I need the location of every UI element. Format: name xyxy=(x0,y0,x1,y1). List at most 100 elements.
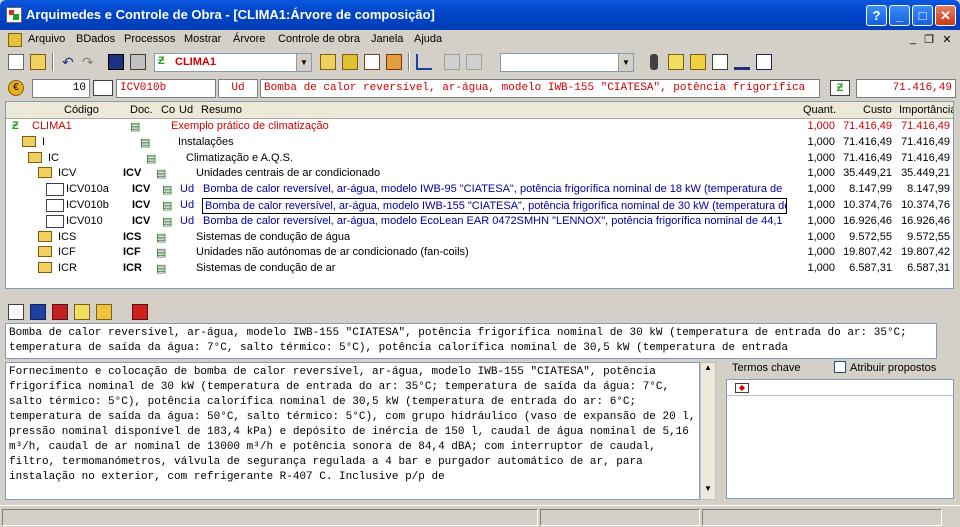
table-row-selected[interactable]: ICV010b ICV ▤ Ud Bomba de calor reversív… xyxy=(6,197,953,214)
row-code: ICR xyxy=(58,262,77,275)
chart-icon[interactable] xyxy=(734,54,750,70)
add-item-icon[interactable] xyxy=(320,54,336,70)
table-row[interactable]: ICV010 ICV ▤ Ud Bomba de calor reversíve… xyxy=(6,214,953,230)
window-title: Arquimedes e Controle de Obra - [CLIMA1:… xyxy=(26,7,435,22)
summary-text[interactable]: Bomba de calor reversível, ar-água, mode… xyxy=(5,323,937,359)
unit-field[interactable]: Ud xyxy=(218,79,258,98)
scroll-down-icon[interactable]: ▼ xyxy=(701,484,715,499)
description-text[interactable]: Fornecimento e colocação de bomba de cal… xyxy=(5,362,700,500)
description-scrollbar[interactable]: ▲ ▼ xyxy=(700,362,716,500)
calculator-icon[interactable] xyxy=(386,54,402,70)
mdi-doc-icon[interactable] xyxy=(8,33,22,47)
keywords-list[interactable]: ◆ xyxy=(726,379,954,499)
undo-icon[interactable]: ↶ xyxy=(62,54,78,70)
level-field[interactable]: 10 xyxy=(32,79,90,98)
doc-icon: ▤ xyxy=(156,263,167,276)
header-summary[interactable]: Resumo xyxy=(201,104,242,116)
scroll-up-icon[interactable]: ▲ xyxy=(701,363,715,378)
row-code: ICF xyxy=(58,246,76,259)
clip-icon[interactable] xyxy=(650,54,658,70)
table-row[interactable]: ICR ICR ▤ Sistemas de condução de ar 1,0… xyxy=(6,261,953,277)
table-row[interactable]: ICV010a ICV ▤ Ud Bomba de calor reversív… xyxy=(6,182,953,198)
status-panel-3 xyxy=(702,509,942,526)
chevron-down-icon[interactable]: ▼ xyxy=(618,54,633,71)
menu-controle-de-obra[interactable]: Controle de obra xyxy=(278,33,360,45)
assign-checkbox[interactable] xyxy=(834,361,846,373)
book-red-icon[interactable] xyxy=(132,304,148,320)
project-combo[interactable]: Ƶ CLIMA1 ▼ xyxy=(154,53,312,72)
scroll-icon[interactable] xyxy=(74,304,90,320)
menu-processos[interactable]: Processos xyxy=(124,33,175,45)
pane-splitter[interactable] xyxy=(0,292,960,295)
menu-janela[interactable]: Janela xyxy=(371,33,403,45)
copy-disabled-icon xyxy=(444,54,460,70)
table-header: Código Doc. Co Ud Resumo Quant. Custo Im… xyxy=(6,102,953,119)
euro-icon[interactable]: € xyxy=(8,80,24,96)
header-cost[interactable]: Custo xyxy=(863,104,892,116)
doc-icon: ▤ xyxy=(162,215,173,228)
row-code: ICV010b xyxy=(66,198,109,211)
code-field[interactable]: ICV010b xyxy=(116,79,216,98)
new-file-icon[interactable] xyxy=(8,54,24,70)
menu-arquivo[interactable]: Arquivo xyxy=(28,33,65,45)
chevron-down-icon[interactable]: ▼ xyxy=(296,54,311,71)
row-amount: 35.449,21 xyxy=(901,167,950,180)
summary-field[interactable]: Bomba de calor reversível, ar-água, mode… xyxy=(260,79,820,98)
header-code[interactable]: Código xyxy=(64,104,99,116)
scroll-search-icon[interactable] xyxy=(96,304,112,320)
row-summary: Unidades não autónomas de ar condicionad… xyxy=(196,246,469,259)
minimize-button[interactable]: _ xyxy=(889,5,910,26)
row-qty: 1,000 xyxy=(807,183,835,196)
row-doc: ICV xyxy=(132,183,151,196)
print-icon[interactable] xyxy=(130,54,146,70)
document-icon[interactable] xyxy=(364,54,380,70)
mdi-minimize-button[interactable]: _ xyxy=(906,33,920,45)
table-row[interactable]: ICV ICV ▤ Unidades centrais de ar condic… xyxy=(6,166,953,182)
table-row[interactable]: Ƶ CLIMA1 ▤ Exemplo prático de climatizaç… xyxy=(6,119,953,135)
table-row[interactable]: ICF ICF ▤ Unidades não autónomas de ar c… xyxy=(6,245,953,261)
app-icon[interactable] xyxy=(6,7,22,23)
notes-icon[interactable] xyxy=(690,54,706,70)
move-item-icon[interactable] xyxy=(342,54,358,70)
open-folder-icon[interactable] xyxy=(30,54,46,70)
doc-icon: ▤ xyxy=(140,136,151,149)
mdi-restore-button[interactable]: ❐ xyxy=(922,33,936,46)
item-type-icon[interactable] xyxy=(93,80,113,96)
save-icon[interactable] xyxy=(108,54,124,70)
redo-icon[interactable]: ↷ xyxy=(82,54,98,70)
row-code: ICV xyxy=(58,167,77,180)
close-button[interactable]: ✕ xyxy=(935,5,956,26)
row-summary: Bomba de calor reversível, ar-água, mode… xyxy=(203,183,783,196)
composition-tree[interactable]: Código Doc. Co Ud Resumo Quant. Custo Im… xyxy=(5,101,954,289)
menu-bdados[interactable]: BDados xyxy=(76,33,115,45)
insert-keyword-icon[interactable]: ◆ xyxy=(735,383,749,393)
amount-field[interactable]: 71.416,49 xyxy=(856,79,956,98)
tree-view-icon[interactable] xyxy=(416,54,432,70)
mdi-close-button[interactable]: ✕ xyxy=(940,33,954,46)
header-co[interactable]: Co xyxy=(161,104,175,116)
row-summary[interactable]: Bomba de calor reversível, ar-água, mode… xyxy=(202,197,787,214)
doc-icon: ▤ xyxy=(156,168,167,181)
edit-text-icon[interactable] xyxy=(8,304,24,320)
status-icon[interactable]: Ƶ xyxy=(830,80,850,96)
menu-mostrar[interactable]: Mostrar xyxy=(184,33,221,45)
help-button[interactable]: ? xyxy=(866,5,887,26)
table-row[interactable]: I ▤ Instalações 1,000 71.416,49 71.416,4… xyxy=(6,135,953,151)
filter-combo[interactable]: ▼ xyxy=(500,53,634,72)
maximize-button[interactable]: □ xyxy=(912,5,933,26)
menu-arvore[interactable]: Árvore xyxy=(233,33,265,45)
table-row[interactable]: ICS ICS ▤ Sistemas de condução de água 1… xyxy=(6,230,953,246)
database-icon[interactable] xyxy=(52,304,68,320)
checklist-icon[interactable] xyxy=(668,54,684,70)
import-text-icon[interactable] xyxy=(30,304,46,320)
table-row[interactable]: IC ▤ Climatização e A.Q.S. 1,000 71.416,… xyxy=(6,151,953,167)
header-amount[interactable]: Importância xyxy=(899,104,953,116)
table-icon[interactable] xyxy=(712,54,728,70)
menu-ajuda[interactable]: Ajuda xyxy=(414,33,442,45)
book-icon[interactable] xyxy=(756,54,772,70)
header-ud[interactable]: Ud xyxy=(179,104,193,116)
header-qty[interactable]: Quant. xyxy=(803,104,836,116)
assign-checkbox-label[interactable]: Atribuir propostos xyxy=(850,362,936,374)
header-doc[interactable]: Doc. xyxy=(130,104,153,116)
row-code: CLIMA1 xyxy=(32,120,72,132)
